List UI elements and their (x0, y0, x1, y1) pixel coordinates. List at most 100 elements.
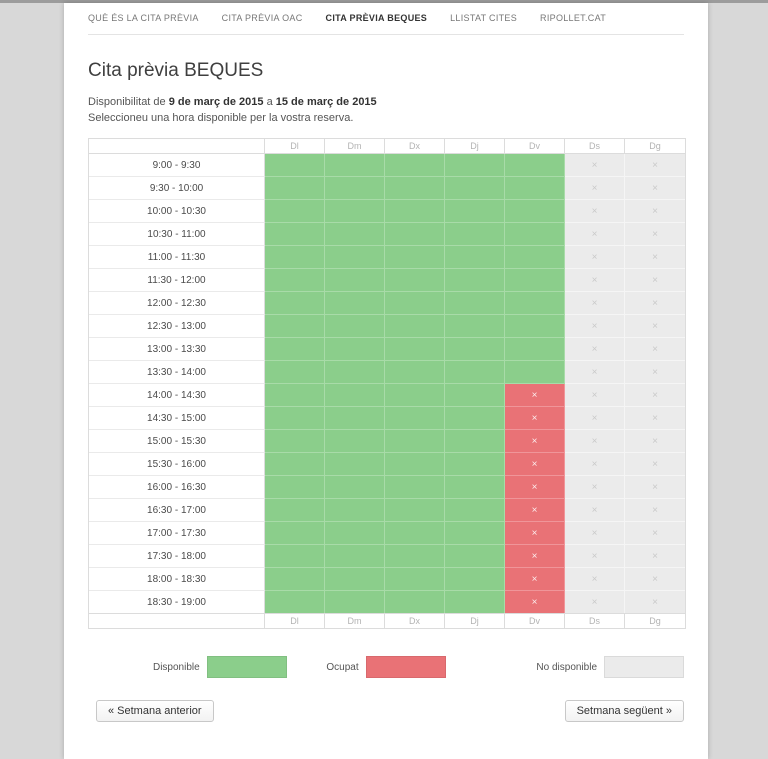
slot-available[interactable] (445, 246, 505, 269)
slot-available[interactable] (325, 522, 385, 545)
slot-available[interactable] (265, 453, 325, 476)
slot-available[interactable] (385, 177, 445, 200)
slot-available[interactable] (505, 269, 565, 292)
slot-available[interactable] (385, 315, 445, 338)
slot-available[interactable] (385, 545, 445, 568)
slot-available[interactable] (325, 223, 385, 246)
slot-available[interactable] (445, 177, 505, 200)
slot-available[interactable] (445, 568, 505, 591)
nav-tab-3[interactable]: LLISTAT CITES (450, 13, 517, 23)
slot-available[interactable] (325, 200, 385, 223)
slot-available[interactable] (325, 568, 385, 591)
slot-available[interactable] (265, 246, 325, 269)
slot-available[interactable] (505, 177, 565, 200)
next-week-button[interactable]: Setmana següent » (565, 700, 684, 722)
slot-available[interactable] (385, 269, 445, 292)
slot-available[interactable] (445, 430, 505, 453)
slot-available[interactable] (265, 591, 325, 613)
slot-available[interactable] (325, 453, 385, 476)
slot-available[interactable] (445, 453, 505, 476)
slot-available[interactable] (445, 384, 505, 407)
slot-available[interactable] (505, 361, 565, 384)
slot-available[interactable] (445, 361, 505, 384)
slot-available[interactable] (505, 246, 565, 269)
slot-available[interactable] (265, 407, 325, 430)
previous-week-button[interactable]: « Setmana anterior (96, 700, 214, 722)
slot-available[interactable] (385, 407, 445, 430)
slot-available[interactable] (325, 246, 385, 269)
nav-tab-4[interactable]: RIPOLLET.CAT (540, 13, 606, 23)
slot-available[interactable] (385, 568, 445, 591)
slot-available[interactable] (325, 154, 385, 177)
slot-available[interactable] (505, 223, 565, 246)
slot-available[interactable] (445, 476, 505, 499)
slot-available[interactable] (385, 499, 445, 522)
slot-available[interactable] (265, 545, 325, 568)
legend-label-unavailable: No disponible (536, 662, 597, 673)
slot-available[interactable] (385, 591, 445, 613)
slot-available[interactable] (385, 223, 445, 246)
slot-available[interactable] (385, 246, 445, 269)
slot-available[interactable] (445, 545, 505, 568)
slot-available[interactable] (385, 430, 445, 453)
slot-available[interactable] (265, 430, 325, 453)
slot-available[interactable] (325, 384, 385, 407)
schedule-header: DlDmDxDjDvDsDg (89, 139, 685, 154)
slot-available[interactable] (265, 177, 325, 200)
slot-available[interactable] (505, 315, 565, 338)
slot-available[interactable] (445, 522, 505, 545)
slot-available[interactable] (445, 407, 505, 430)
slot-available[interactable] (325, 269, 385, 292)
slot-available[interactable] (385, 476, 445, 499)
slot-available[interactable] (385, 338, 445, 361)
slot-available[interactable] (265, 269, 325, 292)
slot-available[interactable] (325, 292, 385, 315)
slot-available[interactable] (445, 292, 505, 315)
slot-available[interactable] (445, 338, 505, 361)
slot-available[interactable] (325, 338, 385, 361)
slot-available[interactable] (265, 522, 325, 545)
nav-tab-2[interactable]: CITA PRÈVIA BEQUES (326, 13, 428, 23)
slot-available[interactable] (325, 361, 385, 384)
slot-available[interactable] (325, 545, 385, 568)
slot-available[interactable] (385, 384, 445, 407)
slot-available[interactable] (385, 453, 445, 476)
slot-available[interactable] (445, 154, 505, 177)
slot-available[interactable] (265, 154, 325, 177)
slot-available[interactable] (265, 361, 325, 384)
slot-available[interactable] (265, 476, 325, 499)
slot-available[interactable] (385, 200, 445, 223)
slot-available[interactable] (385, 292, 445, 315)
slot-available[interactable] (325, 591, 385, 613)
slot-available[interactable] (265, 200, 325, 223)
slot-available[interactable] (265, 568, 325, 591)
slot-available[interactable] (445, 315, 505, 338)
schedule-row: 9:30 - 10:00×× (89, 177, 685, 200)
slot-available[interactable] (325, 177, 385, 200)
slot-available[interactable] (325, 476, 385, 499)
slot-available[interactable] (265, 292, 325, 315)
slot-available[interactable] (445, 499, 505, 522)
slot-available[interactable] (505, 154, 565, 177)
slot-available[interactable] (325, 315, 385, 338)
slot-available[interactable] (445, 591, 505, 613)
nav-tab-0[interactable]: QUÈ ÉS LA CITA PRÈVIA (88, 13, 199, 23)
slot-available[interactable] (385, 522, 445, 545)
slot-available[interactable] (505, 200, 565, 223)
slot-available[interactable] (325, 407, 385, 430)
slot-available[interactable] (385, 361, 445, 384)
slot-available[interactable] (265, 499, 325, 522)
slot-available[interactable] (445, 200, 505, 223)
slot-available[interactable] (385, 154, 445, 177)
slot-available[interactable] (265, 384, 325, 407)
slot-available[interactable] (265, 315, 325, 338)
slot-available[interactable] (325, 430, 385, 453)
slot-available[interactable] (265, 223, 325, 246)
slot-available[interactable] (325, 499, 385, 522)
nav-tab-1[interactable]: CITA PRÈVIA OAC (222, 13, 303, 23)
slot-available[interactable] (505, 338, 565, 361)
slot-available[interactable] (445, 269, 505, 292)
slot-available[interactable] (265, 338, 325, 361)
slot-available[interactable] (445, 223, 505, 246)
slot-available[interactable] (505, 292, 565, 315)
